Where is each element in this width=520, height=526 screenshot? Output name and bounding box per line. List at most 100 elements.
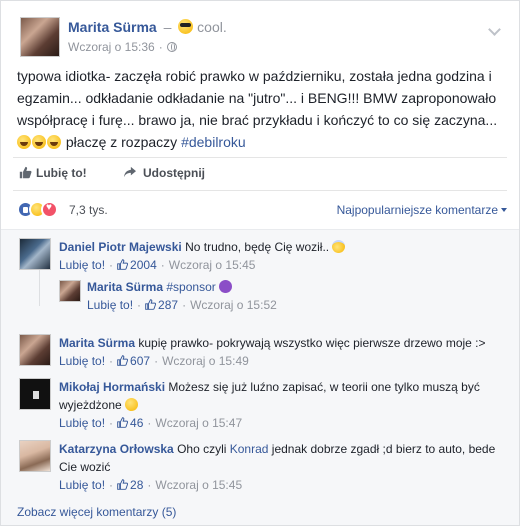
post-meta: Wczoraj o 15:36 ·	[68, 40, 177, 54]
post-card: Marita Sürma – cool. Wczoraj o 15:36 · ty…	[0, 0, 520, 526]
thumbs-up-icon	[117, 479, 129, 490]
thumbs-up-icon	[117, 259, 129, 270]
laugh-icon	[125, 398, 139, 411]
meta-dot: ·	[137, 298, 142, 312]
comment-like-count: 2004	[130, 258, 157, 272]
share-button[interactable]: Udostępnij	[123, 166, 205, 180]
comment-meta: Lubię to! · 607 · Wczoraj o 15:49	[59, 352, 509, 370]
avatar[interactable]	[19, 378, 51, 410]
author-name[interactable]: Marita Sürma	[68, 19, 157, 35]
comment-text: Oho czyli	[177, 442, 230, 456]
angel-icon	[332, 240, 346, 253]
meta-dot: ·	[160, 258, 165, 272]
reaction-count[interactable]: 7,3 tys.	[69, 203, 108, 217]
comment-meta: Lubię to! · 2004 · Wczoraj o 15:45	[59, 256, 509, 274]
comment-like-count: 287	[158, 298, 179, 312]
comment-content: Daniel Piotr Majewski No trudno, będę Ci…	[59, 238, 509, 256]
comment-author[interactable]: Mikołaj Hormański	[59, 380, 165, 394]
like-button[interactable]: Lubię to!	[19, 166, 87, 180]
reactions-bar: 7,3 tys. Najpopularniejsze komentarze	[17, 199, 507, 221]
comment-timestamp[interactable]: Wczoraj o 15:45	[169, 258, 256, 272]
avatar[interactable]	[59, 280, 81, 302]
chevron-down-icon[interactable]	[488, 23, 501, 36]
comment-timestamp[interactable]: Wczoraj o 15:49	[162, 354, 249, 368]
comment-likes[interactable]: 287	[145, 298, 178, 312]
comment-author[interactable]: Marita Sürma	[59, 336, 135, 350]
comment-body: Marita Sürma kupię prawko- pokrywają wsz…	[59, 334, 509, 370]
share-label: Udostępnij	[143, 166, 205, 180]
comment-sort-label: Najpopularniejsze komentarze	[336, 203, 498, 217]
like-label: Lubię to!	[36, 166, 87, 180]
comment-timestamp[interactable]: Wczoraj o 15:47	[155, 416, 242, 430]
comment-meta: Lubię to! · 28 · Wczoraj o 15:45	[59, 476, 509, 494]
meta-dot: ·	[147, 416, 152, 430]
comment-like-count: 28	[130, 478, 144, 492]
comment-likes[interactable]: 607	[117, 354, 150, 368]
avatar[interactable]	[19, 440, 51, 472]
comment-like-button[interactable]: Lubię to!	[59, 478, 105, 492]
comment-like-button[interactable]: Lubię to!	[59, 258, 105, 272]
caret-down-icon	[501, 208, 507, 212]
avatar[interactable]	[19, 238, 51, 270]
globe-icon[interactable]	[166, 42, 177, 52]
comment-like-button[interactable]: Lubię to!	[87, 298, 133, 312]
comment-likes[interactable]: 28	[117, 478, 143, 492]
meta-dot: ·	[109, 258, 114, 272]
comment-like-button[interactable]: Lubię to!	[59, 354, 105, 368]
post-text: typowa idiotka- zaczęła robić prawko w p…	[17, 65, 505, 153]
comment-author[interactable]: Katarzyna Orłowska	[59, 442, 174, 456]
meta-dot: ·	[182, 298, 187, 312]
comment-like-button[interactable]: Lubię to!	[59, 416, 105, 430]
comment-author[interactable]: Marita Sürma	[87, 280, 163, 294]
meta-separator: ·	[158, 40, 163, 54]
laugh-icon	[47, 135, 61, 149]
thumbs-up-icon	[117, 417, 129, 428]
comment-body: Mikołaj Hormański Możesz się już luźno z…	[59, 378, 509, 432]
comment-text: No trudno, będę Cię woził..	[185, 240, 333, 254]
avatar[interactable]	[19, 334, 51, 366]
laugh-icon	[32, 135, 46, 149]
comment-timestamp[interactable]: Wczoraj o 15:52	[190, 298, 277, 312]
feeling-text: cool.	[197, 19, 227, 35]
comment-likes[interactable]: 46	[117, 416, 143, 430]
feeling-separator: –	[163, 19, 172, 35]
comment-content: Marita Sürma #sponsor	[87, 278, 509, 296]
comment-author[interactable]: Daniel Piotr Majewski	[59, 240, 182, 254]
meta-dot: ·	[109, 416, 114, 430]
see-more-comments-link[interactable]: Zobacz więcej komentarzy (5)	[17, 505, 176, 519]
comment-content: Katarzyna Orłowska Oho czyli Konrad jedn…	[59, 440, 509, 476]
hashtag-link[interactable]: #sponsor	[166, 280, 219, 294]
comment-like-count: 607	[130, 354, 151, 368]
author-line: Marita Sürma – cool.	[68, 19, 227, 35]
action-bar: Lubię to! Udostępnij	[13, 157, 507, 191]
meta-dot: ·	[109, 478, 114, 492]
reply-thread-line	[39, 270, 40, 306]
comment-content: Mikołaj Hormański Możesz się już luźno z…	[59, 378, 509, 414]
hashtag-link[interactable]: #debilroku	[181, 134, 246, 150]
comment-likes[interactable]: 2004	[117, 258, 157, 272]
comment-meta: Lubię to! · 46 · Wczoraj o 15:47	[59, 414, 509, 432]
mention-link[interactable]: Konrad	[230, 442, 269, 456]
devil-icon	[219, 280, 233, 293]
comment-meta: Lubię to! · 287 · Wczoraj o 15:52	[87, 296, 509, 314]
comments-section: Daniel Piotr Majewski No trudno, będę Ci…	[1, 229, 519, 525]
author-avatar[interactable]	[20, 17, 60, 57]
meta-dot: ·	[109, 354, 114, 368]
comment-like-count: 46	[130, 416, 144, 430]
love-reaction-icon	[41, 201, 58, 218]
comment-sort-dropdown[interactable]: Najpopularniejsze komentarze	[337, 203, 507, 217]
comment-body: Katarzyna Orłowska Oho czyli Konrad jedn…	[59, 440, 509, 494]
comment-text: kupię prawko- pokrywają wszystko więc pi…	[138, 336, 486, 350]
post-header: Marita Sürma – cool. Wczoraj o 15:36 ·	[17, 15, 503, 59]
cool-face-icon	[178, 19, 194, 34]
meta-dot: ·	[147, 478, 152, 492]
post-text-end: płaczę z rozpaczy	[62, 134, 182, 150]
comment-timestamp[interactable]: Wczoraj o 15:45	[155, 478, 242, 492]
post-text-main: typowa idiotka- zaczęła robić prawko w p…	[17, 68, 498, 128]
thumbs-up-icon	[19, 166, 32, 179]
thumbs-up-icon	[117, 355, 129, 366]
comment-body: Marita Sürma #sponsor Lubię to! · 287 · Wczo…	[87, 278, 509, 314]
laugh-icon	[17, 135, 31, 149]
thumbs-up-icon	[145, 299, 157, 310]
post-timestamp[interactable]: Wczoraj o 15:36	[68, 40, 155, 54]
